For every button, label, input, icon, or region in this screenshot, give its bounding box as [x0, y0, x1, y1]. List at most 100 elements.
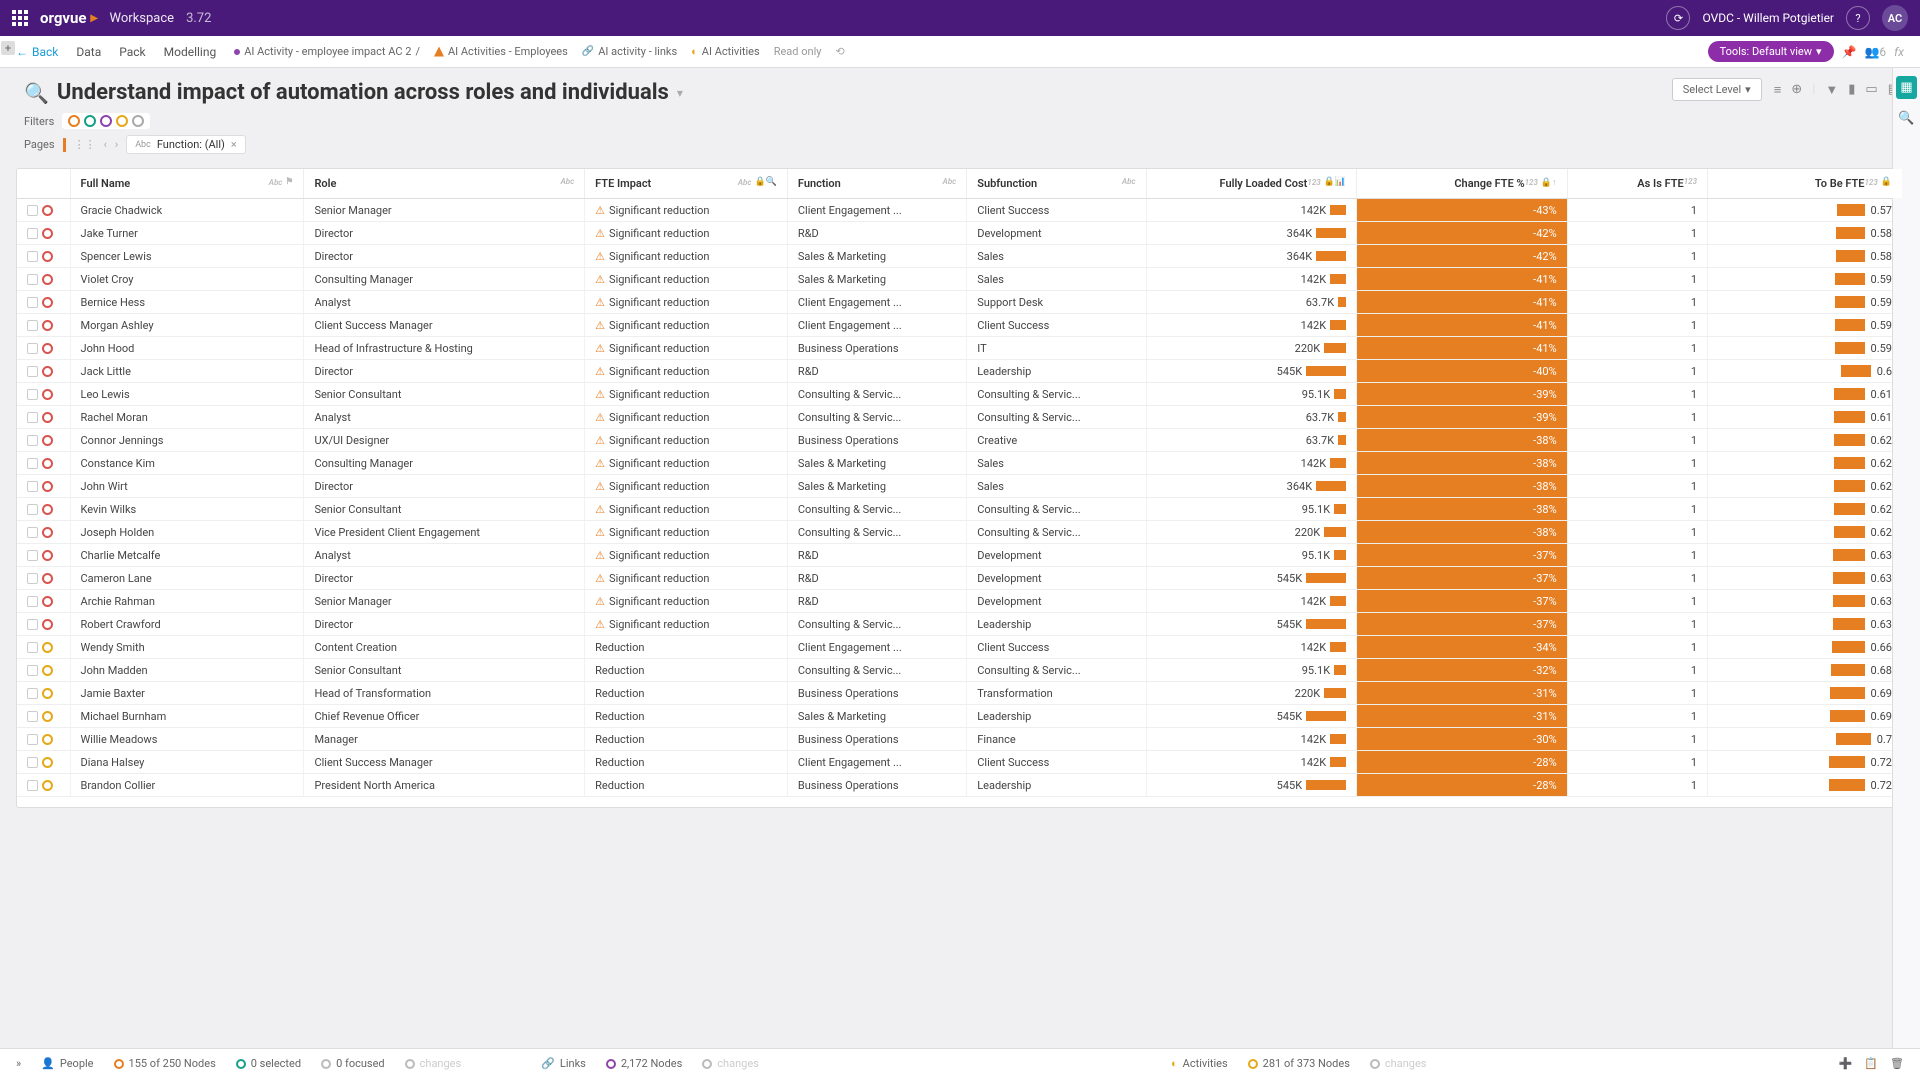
table-row[interactable]: Archie RahmanSenior Manager⚠Significant …: [17, 590, 1903, 613]
row-checkbox[interactable]: [27, 619, 38, 630]
crumb-3[interactable]: AI activity - links: [582, 45, 677, 58]
table-row[interactable]: Wendy SmithContent CreationReductionClie…: [17, 636, 1903, 659]
col-full-name[interactable]: Full NameAbc⚑: [70, 169, 304, 199]
row-checkbox[interactable]: [27, 297, 38, 308]
table-row[interactable]: Jamie BaxterHead of TransformationReduct…: [17, 682, 1903, 705]
rail-search-icon[interactable]: 🔍: [1898, 111, 1914, 126]
col-subfunction[interactable]: SubfunctionAbc: [967, 169, 1146, 199]
row-checkbox[interactable]: [27, 780, 38, 791]
rail-panel-icon[interactable]: ▦: [1896, 76, 1916, 99]
globe-icon[interactable]: ⊕: [1791, 82, 1802, 98]
row-checkbox[interactable]: [27, 320, 38, 331]
list-icon[interactable]: ≡: [1774, 82, 1782, 98]
filter-chip-gray[interactable]: [132, 115, 144, 127]
row-checkbox[interactable]: [27, 527, 38, 538]
tab-modelling[interactable]: Modelling: [164, 45, 217, 59]
table-row[interactable]: Leo LewisSenior Consultant⚠Significant r…: [17, 383, 1903, 406]
close-pill-icon[interactable]: ×: [231, 138, 237, 151]
row-checkbox[interactable]: [27, 458, 38, 469]
footer-add-icon[interactable]: ➕: [1839, 1057, 1853, 1070]
row-checkbox[interactable]: [27, 205, 38, 216]
tag-icon[interactable]: ▮: [1848, 82, 1855, 98]
row-checkbox[interactable]: [27, 688, 38, 699]
crumb-4[interactable]: AI Activities: [691, 45, 760, 58]
table-row[interactable]: Connor JenningsUX/UI Designer⚠Significan…: [17, 429, 1903, 452]
row-checkbox[interactable]: [27, 435, 38, 446]
footer-trash-icon[interactable]: 🗑: [1890, 1057, 1904, 1070]
window-icon[interactable]: ▭: [1865, 82, 1877, 98]
tab-data[interactable]: Data: [76, 45, 101, 59]
table-row[interactable]: John MaddenSenior ConsultantReductionCon…: [17, 659, 1903, 682]
filter-chip-teal[interactable]: [84, 115, 96, 127]
footer-copy-icon[interactable]: 📋: [1864, 1057, 1878, 1070]
col-as-is-fte[interactable]: As Is FTE123: [1567, 169, 1707, 199]
expand-icon[interactable]: »: [16, 1057, 21, 1070]
table-row[interactable]: Willie MeadowsManagerReductionBusiness O…: [17, 728, 1903, 751]
col-fte-impact[interactable]: FTE ImpactAbc🔒🔍: [585, 169, 788, 199]
table-row[interactable]: Charlie MetcalfeAnalyst⚠Significant redu…: [17, 544, 1903, 567]
refresh-icon[interactable]: ⟳: [1666, 6, 1690, 30]
row-checkbox[interactable]: [27, 343, 38, 354]
table-row[interactable]: Spencer LewisDirector⚠Significant reduct…: [17, 245, 1903, 268]
table-row[interactable]: Michael BurnhamChief Revenue OfficerRedu…: [17, 705, 1903, 728]
apps-icon[interactable]: [12, 10, 28, 26]
filter-chips[interactable]: [62, 113, 150, 129]
col-role[interactable]: RoleAbc: [304, 169, 585, 199]
table-row[interactable]: Diana HalseyClient Success ManagerReduct…: [17, 751, 1903, 774]
crumb-2[interactable]: AI Activities - Employees: [434, 45, 568, 58]
table-row[interactable]: Brandon CollierPresident North AmericaRe…: [17, 774, 1903, 797]
filter-chip-yellow[interactable]: [116, 115, 128, 127]
row-checkbox[interactable]: [27, 734, 38, 745]
row-checkbox[interactable]: [27, 251, 38, 262]
crumb-1[interactable]: AI Activity - employee impact AC 2 /: [234, 45, 420, 58]
col-fully-loaded-cost[interactable]: Fully Loaded Cost123🔒📊: [1146, 169, 1357, 199]
table-row[interactable]: Cameron LaneDirector⚠Significant reducti…: [17, 567, 1903, 590]
tab-pack[interactable]: Pack: [119, 45, 145, 59]
next-icon[interactable]: ›: [115, 138, 118, 151]
table-row[interactable]: Bernice HessAnalyst⚠Significant reductio…: [17, 291, 1903, 314]
grip-icon[interactable]: ⋮⋮: [74, 138, 96, 151]
row-checkbox[interactable]: [27, 757, 38, 768]
row-checkbox[interactable]: [27, 642, 38, 653]
add-icon[interactable]: +: [1, 41, 15, 55]
prev-icon[interactable]: ‹: [104, 138, 107, 151]
table-row[interactable]: Gracie ChadwickSenior Manager⚠Significan…: [17, 199, 1903, 222]
row-checkbox[interactable]: [27, 504, 38, 515]
help-icon[interactable]: ?: [1846, 6, 1870, 30]
filter-chip-orange[interactable]: [68, 115, 80, 127]
sync-icon[interactable]: ⟲: [835, 45, 844, 58]
pin-icon[interactable]: 📌: [1842, 45, 1857, 59]
col-function[interactable]: FunctionAbc: [787, 169, 966, 199]
table-row[interactable]: Constance KimConsulting Manager⚠Signific…: [17, 452, 1903, 475]
tools-button[interactable]: Tools: Default view ▾: [1708, 41, 1834, 62]
table-row[interactable]: Joseph HoldenVice President Client Engag…: [17, 521, 1903, 544]
table-row[interactable]: Kevin WilksSenior Consultant⚠Significant…: [17, 498, 1903, 521]
title-dropdown-icon[interactable]: ▾: [677, 86, 683, 100]
row-checkbox[interactable]: [27, 665, 38, 676]
row-checkbox[interactable]: [27, 389, 38, 400]
row-checkbox[interactable]: [27, 366, 38, 377]
table-row[interactable]: Rachel MoranAnalyst⚠Significant reductio…: [17, 406, 1903, 429]
table-row[interactable]: Robert CrawfordDirector⚠Significant redu…: [17, 613, 1903, 636]
table-row[interactable]: Violet CroyConsulting Manager⚠Significan…: [17, 268, 1903, 291]
col-to-be-fte[interactable]: To Be FTE123🔒: [1708, 169, 1903, 199]
table-row[interactable]: Jake TurnerDirector⚠Significant reductio…: [17, 222, 1903, 245]
avatar[interactable]: AC: [1882, 5, 1908, 31]
table-row[interactable]: John WirtDirector⚠Significant reductionS…: [17, 475, 1903, 498]
filter-icon[interactable]: ▼: [1825, 82, 1838, 98]
table-row[interactable]: Morgan AshleyClient Success Manager⚠Sign…: [17, 314, 1903, 337]
row-checkbox[interactable]: [27, 228, 38, 239]
row-checkbox[interactable]: [27, 481, 38, 492]
table-row[interactable]: John HoodHead of Infrastructure & Hostin…: [17, 337, 1903, 360]
row-checkbox[interactable]: [27, 596, 38, 607]
row-checkbox[interactable]: [27, 711, 38, 722]
table-row[interactable]: Jack LittleDirector⚠Significant reductio…: [17, 360, 1903, 383]
back-button[interactable]: ← Back: [16, 45, 58, 59]
data-table[interactable]: Full NameAbc⚑RoleAbcFTE ImpactAbc🔒🔍Funct…: [16, 168, 1904, 808]
select-level-button[interactable]: Select Level ▾: [1672, 78, 1762, 101]
row-checkbox[interactable]: [27, 274, 38, 285]
pages-pill[interactable]: Abc Function: (All) ×: [126, 135, 246, 154]
row-checkbox[interactable]: [27, 412, 38, 423]
row-checkbox[interactable]: [27, 573, 38, 584]
col-change-fte-[interactable]: Change FTE %123🔒↑: [1357, 169, 1568, 199]
